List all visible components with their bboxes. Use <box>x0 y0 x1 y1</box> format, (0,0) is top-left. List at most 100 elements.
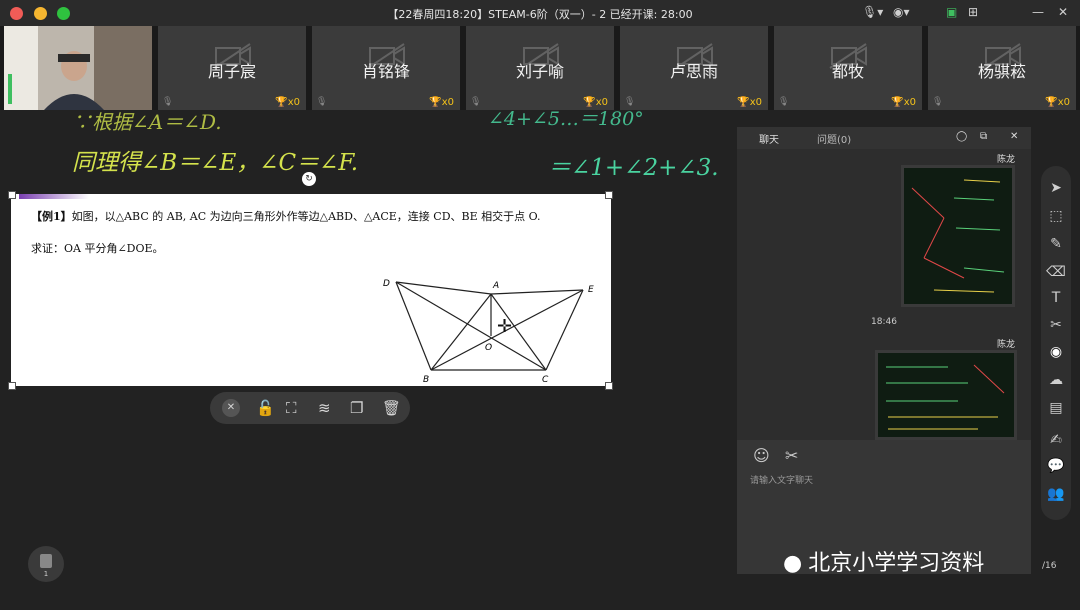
question-body: 如图，以△ABC 的 AB, AC 为边向三角形外作等边△ABD、△ACE，连接… <box>71 210 541 223</box>
page-number: 1 <box>43 570 49 578</box>
window-title: 【22春周四18:20】STEAM-6阶（双一）- 2 已经开课: 28:00 <box>387 8 693 21</box>
wechat-icon: ● <box>783 551 803 576</box>
participant-tile[interactable]: 刘子喻 🎙 🏆x0 <box>466 26 614 110</box>
page-icon <box>40 554 52 568</box>
participant-strip: 周子宸 🎙 🏆x0 肖铭锋 🎙 🏆x0 刘子喻 🎙 🏆x0 卢思雨 🎙 🏆x0 … <box>0 26 1080 110</box>
toolbox-icon[interactable]: ▤ <box>1041 400 1071 416</box>
trophy-icon: 🏆x0 <box>737 97 762 108</box>
chat-panel: 聊天 问题(0) ◯ ⧉ ✕ 陈龙 18:46 陈龙 ☺ ✂ 请输入文字聊天 <box>737 127 1031 574</box>
trophy-icon: 🏆x0 <box>429 97 454 108</box>
close-icon[interactable]: ✕ <box>1058 5 1068 19</box>
emoji-icon[interactable]: ☺ <box>753 446 770 465</box>
participant-tile[interactable]: 周子宸 🎙 🏆x0 <box>158 26 306 110</box>
label-b: B <box>423 375 429 385</box>
handwriting-line-2: 同理得∠B＝∠E，∠C＝∠F. <box>72 150 359 176</box>
pen-icon[interactable]: ✎ <box>1041 236 1071 252</box>
eraser-icon[interactable]: ⌫ <box>1041 264 1071 280</box>
message-image[interactable] <box>901 165 1015 307</box>
message-time: 18:46 <box>871 317 897 327</box>
microphone-icon[interactable]: 🎙▾ <box>862 5 883 19</box>
label-a: A <box>492 281 499 291</box>
participant-tile[interactable]: 肖铭锋 🎙 🏆x0 <box>312 26 460 110</box>
label-o: O <box>485 343 492 353</box>
title-bar: 【22春周四18:20】STEAM-6阶（双一）- 2 已经开课: 28:00 … <box>0 0 1080 26</box>
participant-tile[interactable]: 都牧 🎙 🏆x0 <box>774 26 922 110</box>
minimize-icon[interactable]: — <box>1032 5 1044 19</box>
users-icon[interactable]: 👥 <box>1041 486 1071 502</box>
mic-off-icon: 🎙 <box>316 97 328 107</box>
participant-name: 都牧 <box>831 62 864 81</box>
participant-name: 刘子喻 <box>515 62 564 81</box>
trophy-count: x0 <box>1057 97 1070 108</box>
page-count: /16 <box>1042 561 1057 571</box>
mic-off-icon: 🎙 <box>932 97 944 107</box>
edit-icon[interactable]: ✍ <box>1041 432 1071 448</box>
chat-input-placeholder[interactable]: 请输入文字聊天 <box>750 473 813 486</box>
layout-icon[interactable]: ⊞ <box>968 5 978 19</box>
participant-tile[interactable]: 杨骐菘 🎙 🏆x0 <box>928 26 1076 110</box>
message-sender: 陈龙 <box>996 340 1015 350</box>
participant-name: 周子宸 <box>207 62 256 81</box>
tab-questions[interactable]: 问题(0) <box>817 131 851 146</box>
cloud-icon[interactable]: ☁ <box>1041 372 1071 388</box>
resize-handle[interactable] <box>605 382 613 390</box>
select-icon[interactable]: ⬚ <box>1041 208 1071 224</box>
board-snapshot <box>904 168 1012 304</box>
trophy-count: x0 <box>903 97 916 108</box>
teacher-video <box>4 26 152 110</box>
handwriting-line-1: ∵根据∠A＝∠D. <box>72 110 222 134</box>
screen-icon[interactable]: ▣ <box>946 5 957 19</box>
handwriting-line-3: ＝∠1+∠2+∠3. <box>548 155 719 181</box>
chat-icon[interactable]: 💬 <box>1041 458 1071 474</box>
popout-icon[interactable]: ⧉ <box>980 131 987 142</box>
resize-handle[interactable] <box>605 191 613 199</box>
camera-settings-icon[interactable]: ◉▾ <box>893 5 910 19</box>
tab-chat[interactable]: 聊天 <box>759 131 779 146</box>
watermark-text: 北京小学学习资料 <box>808 551 985 576</box>
text-icon[interactable]: T <box>1041 290 1071 306</box>
copy-icon[interactable]: ❐ <box>350 399 363 417</box>
page-thumbnail-button[interactable]: 1 <box>28 546 64 582</box>
rotate-handle[interactable]: ↻ <box>302 172 316 186</box>
delete-icon[interactable]: 🗑 <box>382 399 401 417</box>
move-cursor-icon: ✛ <box>497 316 512 337</box>
label-c: C <box>542 375 549 385</box>
trophy-icon: 🏆x0 <box>275 97 300 108</box>
participant-name: 杨骐菘 <box>977 62 1026 81</box>
scissors-icon[interactable]: ✂ <box>785 446 798 465</box>
prove-text: 求证：OA 平分角∠DOE。 <box>31 242 164 255</box>
tools-sidebar: ➤ ⬚ ✎ ⌫ T ✂ ◉ ☁ ▤ ✍ 💬 👥 <box>1041 166 1071 520</box>
scissors-icon[interactable]: ✂ <box>1041 317 1071 333</box>
question-card[interactable]: 【例1】如图，以△ABC 的 AB, AC 为边向三角形外作等边△ABD、△AC… <box>11 194 611 386</box>
camera-icon[interactable]: ◉ <box>1041 344 1071 360</box>
close-icon[interactable]: ✕ <box>222 399 240 417</box>
teacher-video-tile <box>4 26 152 110</box>
board-snapshot <box>878 353 1014 437</box>
resize-handle[interactable] <box>8 382 16 390</box>
resize-handle[interactable] <box>8 191 16 199</box>
message-image[interactable] <box>875 350 1017 440</box>
participant-tile[interactable]: 卢思雨 🎙 🏆x0 <box>620 26 768 110</box>
mic-off-icon: 🎙 <box>470 97 482 107</box>
mic-off-icon: 🎙 <box>778 97 790 107</box>
pointer-icon[interactable]: ➤ <box>1041 180 1071 196</box>
question-text: 【例1】如图，以△ABC 的 AB, AC 为边向三角形外作等边△ABD、△AC… <box>31 208 541 224</box>
trophy-count: x0 <box>441 97 454 108</box>
trophy-count: x0 <box>749 97 762 108</box>
handwriting-line-top: ∠4+∠5…＝180° <box>488 108 644 130</box>
close-icon[interactable]: ✕ <box>1010 131 1018 142</box>
label-d: D <box>383 279 390 289</box>
geometry-figure: D A E O B C ✛ <box>383 279 594 385</box>
card-accent <box>19 194 89 199</box>
speech-bubble-icon[interactable]: ◯ <box>956 131 967 142</box>
crop-icon[interactable]: ⛶ <box>286 399 297 417</box>
layers-icon[interactable]: ≋ <box>318 399 331 417</box>
trophy-icon: 🏆x0 <box>1045 97 1070 108</box>
question-label: 【例1】 <box>31 210 72 223</box>
lock-icon[interactable]: 🔓 <box>256 399 275 417</box>
object-toolbar: ✕ 🔓 ⛶ ≋ ❐ 🗑 <box>210 392 410 424</box>
trophy-icon: 🏆x0 <box>891 97 916 108</box>
label-e: E <box>588 285 594 295</box>
message-sender: 陈龙 <box>996 155 1015 165</box>
trophy-count: x0 <box>287 97 300 108</box>
